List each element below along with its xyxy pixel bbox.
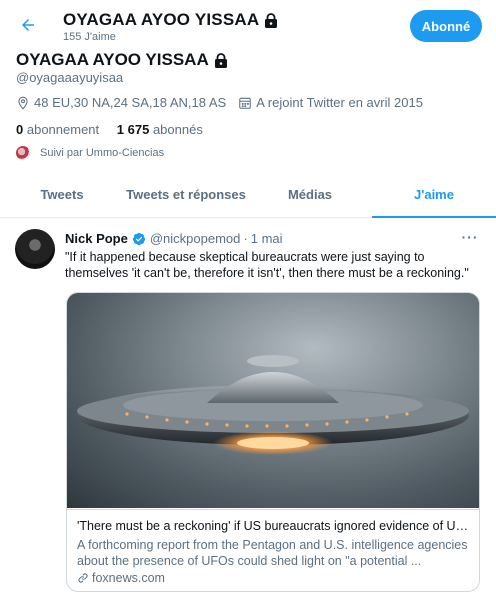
header-title: OYAGAA AYOO YISSAA <box>63 10 278 30</box>
tweet-date[interactable]: 1 mai <box>251 231 283 246</box>
separator-dot: · <box>243 231 248 246</box>
location-icon <box>18 96 28 110</box>
tab-tweets-and-replies[interactable]: Tweets et réponses <box>124 172 248 217</box>
profile-header: OYAGAA AYOO YISSAA 155 J'aime Abonné <box>0 0 496 50</box>
verified-icon <box>132 232 145 245</box>
follower-avatar <box>16 146 30 160</box>
lock-icon <box>265 12 278 28</box>
following-label: abonnement <box>26 122 100 137</box>
tab-tweets[interactable]: Tweets <box>0 172 124 217</box>
profile-name: OYAGAA AYOO YISSAA <box>16 50 228 70</box>
tab-media[interactable]: Médias <box>248 172 372 217</box>
card-domain: foxnews.com <box>77 571 469 585</box>
likes-count: 155 J'aime <box>63 31 116 43</box>
profile-name-text: OYAGAA AYOO YISSAA <box>16 50 209 69</box>
calendar-icon <box>239 97 252 109</box>
back-button[interactable] <box>13 10 43 40</box>
profile-meta: 48 EU,30 NA,24 SA,18 AN,18 AS A rejoint … <box>16 95 423 110</box>
avatar[interactable] <box>15 229 55 269</box>
more-icon[interactable]: ··· <box>458 225 482 249</box>
profile-joined: A rejoint Twitter en avril 2015 <box>256 95 423 110</box>
lock-icon <box>214 52 227 68</box>
followers-label: abonnés <box>152 122 203 137</box>
followers-count: 1 675 <box>116 122 150 137</box>
profile-follow-stats: 0 abonnement 1 675 abonnés <box>16 122 217 137</box>
followed-by-text: Suivi par Ummo-Ciencias <box>40 147 165 159</box>
tweet-author-name[interactable]: Nick Pope <box>65 231 128 246</box>
followers-link[interactable]: 1 675 abonnés <box>117 122 203 137</box>
profile-location: 48 EU,30 NA,24 SA,18 AN,18 AS <box>34 95 227 110</box>
profile-handle: @oyagaaayuyisaa <box>16 70 124 85</box>
card-description: A forthcoming report from the Pentagon a… <box>77 538 468 568</box>
following-link[interactable]: 0 abonnement <box>16 122 99 137</box>
following-button[interactable]: Abonné <box>410 10 482 42</box>
followed-by[interactable]: Suivi par Ummo-Ciencias <box>16 146 164 160</box>
link-card[interactable]: 'There must be a reckoning' if US bureau… <box>66 292 480 592</box>
tweet-header: Nick Pope @nickpopemod · 1 mai <box>65 231 283 246</box>
back-arrow-icon <box>22 19 34 31</box>
link-icon <box>78 573 88 583</box>
tab-likes[interactable]: J'aime <box>372 172 496 218</box>
tweet[interactable]: Nick Pope @nickpopemod · 1 mai ··· "If i… <box>0 219 496 599</box>
ufo-image <box>67 293 479 508</box>
tweet-text: "If it happened because skeptical bureau… <box>65 250 469 280</box>
card-image <box>67 293 479 508</box>
tweet-author-handle[interactable]: @nickpopemod <box>150 231 241 246</box>
following-count: 0 <box>16 122 24 137</box>
card-domain-text: foxnews.com <box>92 571 165 585</box>
card-body: 'There must be a reckoning' if US bureau… <box>67 509 479 591</box>
header-title-text: OYAGAA AYOO YISSAA <box>63 10 260 29</box>
card-title: 'There must be a reckoning' if US bureau… <box>77 519 469 533</box>
profile-tabs: Tweets Tweets et réponses Médias J'aime <box>0 172 496 218</box>
